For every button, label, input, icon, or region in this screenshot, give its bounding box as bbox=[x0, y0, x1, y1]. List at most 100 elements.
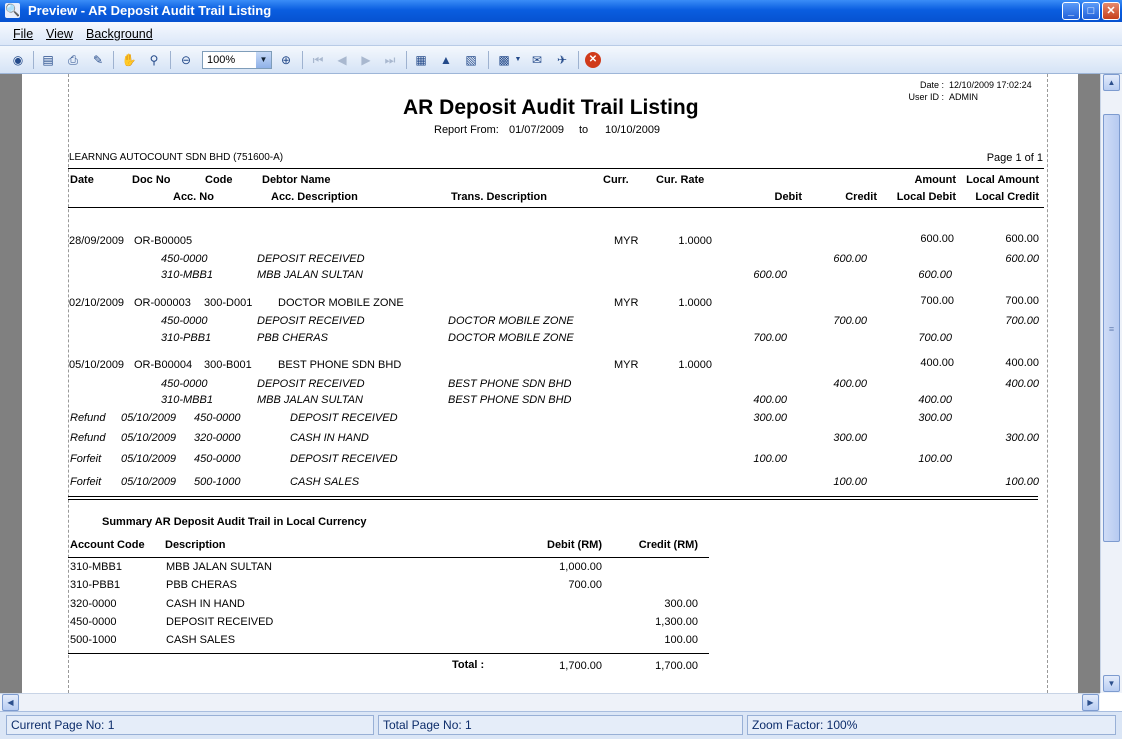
summary-credit: 300.00 bbox=[664, 598, 698, 610]
line-trans-desc: DOCTOR MOBILE ZONE bbox=[448, 332, 574, 344]
doc-date: 02/10/2009 bbox=[69, 297, 125, 309]
zoom-value: 100% bbox=[207, 54, 236, 66]
next-page-icon[interactable]: ▶ bbox=[358, 52, 374, 68]
toolbar: ◉ ▤ ⎙ ✎ ✋ ⚲ ⊖ 100% ▼ ⊕ ⏮ ◀ ▶ ⏭ ▦ ▲ ▧ ▩ ▼… bbox=[0, 46, 1122, 74]
line-acc-no: 310-MBB1 bbox=[161, 394, 213, 406]
adj-date: 05/10/2009 bbox=[121, 453, 177, 465]
col-debtor-name: Debtor Name bbox=[262, 174, 331, 186]
first-page-icon[interactable]: ⏮ bbox=[310, 52, 326, 68]
toolbar-separator bbox=[406, 51, 407, 69]
line-trans-desc: BEST PHONE SDN BHD bbox=[448, 378, 572, 390]
binoculars-icon[interactable]: ◉ bbox=[10, 52, 26, 68]
scroll-up-icon[interactable]: ▲ bbox=[1103, 74, 1120, 91]
toolbar-separator bbox=[488, 51, 489, 69]
menu-file[interactable]: File bbox=[13, 27, 33, 41]
zoom-in-icon[interactable]: ⊕ bbox=[278, 52, 294, 68]
col-trans-description: Trans. Description bbox=[451, 191, 547, 203]
line-credit: 700.00 bbox=[833, 315, 867, 327]
adj-type: Forfeit bbox=[70, 476, 102, 488]
range-label: Report From: bbox=[434, 124, 499, 136]
previous-page-icon[interactable]: ◀ bbox=[334, 52, 350, 68]
date-value: 12/10/2009 17:02:24 bbox=[949, 80, 1032, 90]
send-icon[interactable]: ✈ bbox=[554, 52, 570, 68]
preview-viewer[interactable]: Date : 12/10/2009 17:02:24 User ID : ADM… bbox=[0, 74, 1100, 693]
col-doc-no: Doc No bbox=[132, 174, 171, 186]
magnifier-icon[interactable]: ⚲ bbox=[146, 52, 162, 68]
title-bar: 🔍 Preview - AR Deposit Audit Trail Listi… bbox=[0, 0, 1122, 22]
adj-credit: 100.00 bbox=[833, 476, 867, 488]
vertical-scrollbar[interactable]: ▲ ≡ ▼ bbox=[1100, 74, 1122, 693]
adj-acc-no: 500-1000 bbox=[194, 476, 241, 488]
col-cur-rate: Cur. Rate bbox=[656, 174, 705, 186]
adj-desc: DEPOSIT RECEIVED bbox=[290, 453, 398, 465]
summary-acc: 310-MBB1 bbox=[70, 561, 122, 573]
col-debit: Debit bbox=[774, 191, 803, 203]
report-title: AR Deposit Audit Trail Listing bbox=[403, 96, 699, 119]
scroll-thumb[interactable]: ≡ bbox=[1103, 114, 1120, 542]
menu-background[interactable]: Background bbox=[86, 27, 153, 41]
doc-local-amount: 700.00 bbox=[1005, 295, 1039, 307]
header-top-rule bbox=[68, 168, 1044, 169]
col-date: Date bbox=[70, 174, 94, 186]
date-from: 01/07/2009 bbox=[509, 124, 565, 136]
col-local-amount: Local Amount bbox=[966, 174, 1039, 186]
adj-type: Refund bbox=[70, 432, 106, 444]
menu-view[interactable]: View bbox=[46, 27, 73, 41]
col-credit: Credit bbox=[845, 191, 877, 203]
watermark-icon[interactable]: ▧ bbox=[463, 52, 479, 68]
email-icon[interactable]: ✉ bbox=[529, 52, 545, 68]
summary-header-rule bbox=[68, 557, 709, 558]
scroll-left-icon[interactable]: ◀ bbox=[2, 694, 19, 711]
doc-rate: 1.0000 bbox=[678, 359, 712, 371]
line-acc-desc: DEPOSIT RECEIVED bbox=[257, 253, 365, 265]
export-dropdown-icon[interactable]: ▼ bbox=[514, 52, 522, 68]
report-page: Date : 12/10/2009 17:02:24 User ID : ADM… bbox=[22, 74, 1078, 693]
line-debit: 400.00 bbox=[753, 394, 787, 406]
doc-local-amount: 400.00 bbox=[1005, 357, 1039, 369]
toolbar-separator bbox=[578, 51, 579, 69]
chevron-down-icon[interactable]: ▼ bbox=[256, 52, 271, 68]
close-button[interactable]: ✕ bbox=[1102, 2, 1120, 20]
date-to: 10/10/2009 bbox=[605, 124, 661, 136]
fill-color-icon[interactable]: ▲ bbox=[438, 52, 454, 68]
maximize-button[interactable]: □ bbox=[1082, 2, 1100, 20]
zoom-select[interactable]: 100% ▼ bbox=[202, 51, 272, 69]
line-acc-no: 450-0000 bbox=[161, 253, 208, 265]
line-credit: 400.00 bbox=[833, 378, 867, 390]
doc-code: 300-B001 bbox=[204, 359, 252, 371]
adj-acc-no: 320-0000 bbox=[194, 432, 241, 444]
doc-debtor: DOCTOR MOBILE ZONE bbox=[278, 297, 404, 309]
line-debit: 600.00 bbox=[753, 269, 787, 281]
zoom-out-icon[interactable]: ⊖ bbox=[178, 52, 194, 68]
print-setup-icon[interactable]: ▤ bbox=[40, 52, 56, 68]
scroll-down-icon[interactable]: ▼ bbox=[1103, 675, 1120, 692]
summary-desc: CASH SALES bbox=[166, 634, 236, 646]
doc-rate: 1.0000 bbox=[678, 297, 712, 309]
hand-tool-icon[interactable]: ✋ bbox=[121, 52, 137, 68]
close-preview-icon[interactable]: ✕ bbox=[585, 52, 601, 68]
summary-col-debit: Debit (RM) bbox=[547, 539, 602, 551]
print-icon[interactable]: ⎙ bbox=[65, 52, 81, 68]
line-local-credit: 400.00 bbox=[1005, 378, 1039, 390]
summary-acc: 500-1000 bbox=[70, 634, 117, 646]
page-setup-icon[interactable]: ✎ bbox=[90, 52, 106, 68]
export-icon[interactable]: ▩ bbox=[496, 52, 512, 68]
adj-credit: 300.00 bbox=[833, 432, 867, 444]
adj-type: Refund bbox=[70, 412, 106, 424]
multiple-pages-icon[interactable]: ▦ bbox=[413, 52, 429, 68]
adj-local-debit: 300.00 bbox=[918, 412, 952, 424]
minimize-button[interactable]: _ bbox=[1062, 2, 1080, 20]
summary-debit: 700.00 bbox=[568, 579, 602, 591]
horizontal-scrollbar[interactable]: ◀ ▶ bbox=[0, 693, 1100, 711]
line-acc-desc: MBB JALAN SULTAN bbox=[257, 394, 363, 406]
scroll-right-icon[interactable]: ▶ bbox=[1082, 694, 1099, 711]
summary-desc: PBB CHERAS bbox=[166, 579, 237, 591]
adj-acc-no: 450-0000 bbox=[194, 412, 241, 424]
summary-col-description: Description bbox=[165, 539, 226, 551]
last-page-icon[interactable]: ⏭ bbox=[382, 52, 398, 68]
adj-type: Forfeit bbox=[70, 453, 102, 465]
summary-acc: 320-0000 bbox=[70, 598, 117, 610]
adj-local-debit: 100.00 bbox=[918, 453, 952, 465]
col-acc-no: Acc. No bbox=[173, 191, 214, 203]
preview-app-icon: 🔍 bbox=[5, 3, 20, 18]
